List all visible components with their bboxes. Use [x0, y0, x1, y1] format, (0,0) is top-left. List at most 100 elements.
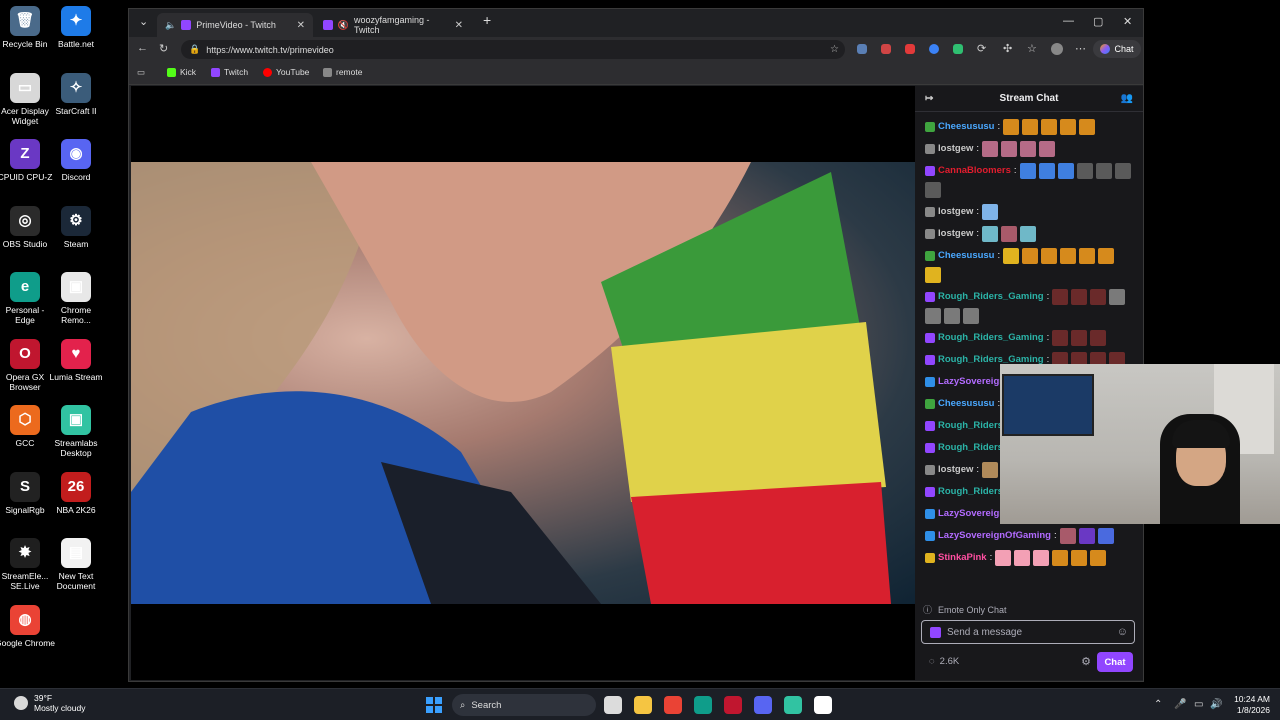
chat-emote-icon[interactable]: [1003, 119, 1020, 135]
send-chat-button[interactable]: Chat: [1097, 652, 1133, 672]
chat-badge-icon[interactable]: [925, 333, 935, 343]
chat-emote-icon[interactable]: [925, 308, 941, 324]
desktop-icon[interactable]: ♥ Lumia Stream: [46, 338, 106, 382]
chat-username[interactable]: Rough_Riders_Gaming: [938, 331, 1044, 345]
maximize-button[interactable]: ▢: [1093, 15, 1103, 28]
weather-widget[interactable]: 39°F Mostly cloudy: [14, 693, 86, 713]
chat-badge-icon[interactable]: [925, 465, 935, 475]
chat-badge-icon[interactable]: [925, 443, 935, 453]
chat-emote-icon[interactable]: [1041, 119, 1058, 135]
chat-emote-icon[interactable]: [1095, 163, 1112, 179]
back-icon[interactable]: ←: [137, 42, 148, 54]
favorites-icon[interactable]: ☆: [1027, 42, 1037, 55]
tab-actions-icon[interactable]: ⌄: [139, 15, 148, 28]
chat-username[interactable]: lostgew: [938, 205, 973, 219]
desktop-icon[interactable]: ✦ Battle.net: [46, 6, 106, 49]
bookmark-twitch[interactable]: Twitch: [211, 67, 248, 77]
chat-emote-icon[interactable]: [1071, 330, 1088, 346]
chat-emote-icon[interactable]: [1001, 226, 1018, 242]
start-button[interactable]: [426, 697, 442, 713]
chat-emote-icon[interactable]: [982, 226, 999, 242]
tab-woozyfamgaming[interactable]: 🔇 woozyfamgaming - Twitch ✕: [315, 13, 471, 37]
chat-emote-icon[interactable]: [1038, 163, 1055, 179]
chat-badge-icon[interactable]: [925, 229, 935, 239]
chat-emote-icon[interactable]: [1052, 289, 1069, 305]
chat-username[interactable]: Cheesususu: [938, 397, 995, 411]
chat-badge-icon[interactable]: [925, 144, 935, 154]
streamlabs-taskbar-icon[interactable]: [784, 696, 802, 714]
desktop-icon[interactable]: ▤ New Text Document: [46, 538, 106, 591]
more-menu-icon[interactable]: ⋯: [1075, 42, 1086, 55]
chat-badge-icon[interactable]: [925, 292, 935, 302]
desktop-icon[interactable]: ✧ StarCraft II: [46, 72, 106, 116]
chat-emote-icon[interactable]: [1076, 163, 1093, 179]
chat-badge-icon[interactable]: [925, 166, 935, 176]
chat-emote-icon[interactable]: [1078, 528, 1095, 544]
chat-emote-icon[interactable]: [925, 182, 941, 198]
chat-emote-icon[interactable]: [1090, 289, 1107, 305]
chat-emote-icon[interactable]: [1003, 248, 1020, 264]
chat-username[interactable]: LazySovereignOfGaming: [938, 529, 1051, 543]
refresh-extension-icon[interactable]: ⟳: [977, 42, 986, 55]
desktop-icon[interactable]: ▣ Streamlabs Desktop: [46, 405, 106, 458]
chat-emote-icon[interactable]: [1041, 248, 1058, 264]
chat-emote-icon[interactable]: [1114, 163, 1131, 179]
file-explorer-taskbar-icon[interactable]: [634, 696, 652, 714]
chat-emote-icon[interactable]: [944, 308, 960, 324]
chat-emote-icon[interactable]: [1090, 550, 1107, 566]
bookmark-youtube[interactable]: YouTube: [263, 67, 309, 77]
chat-badge-icon[interactable]: [925, 207, 935, 217]
extensions-puzzle-icon[interactable]: ✣: [1003, 42, 1012, 55]
bookmark-kick[interactable]: Kick: [167, 67, 196, 77]
chat-username[interactable]: lostgew: [938, 463, 973, 477]
chat-emote-icon[interactable]: [982, 462, 999, 478]
obs-taskbar-icon[interactable]: [814, 696, 832, 714]
chat-badge-icon[interactable]: [925, 122, 935, 132]
chat-emote-icon[interactable]: [1001, 141, 1018, 157]
chat-emote-icon[interactable]: [1052, 330, 1069, 346]
chat-username[interactable]: Cheesususu: [938, 120, 995, 134]
extension-icon[interactable]: [929, 44, 939, 54]
minimize-button[interactable]: —: [1063, 15, 1074, 27]
chat-emote-icon[interactable]: [925, 267, 941, 283]
extension-icon[interactable]: [953, 44, 963, 54]
tab-primevideo[interactable]: 🔈 PrimeVideo - Twitch ✕: [157, 13, 313, 37]
chat-emote-icon[interactable]: [995, 550, 1012, 566]
community-users-icon[interactable]: 👥: [1121, 93, 1133, 104]
chat-username[interactable]: CannaBloomers: [938, 164, 1011, 178]
chat-emote-icon[interactable]: [1060, 248, 1077, 264]
chat-emote-icon[interactable]: [1057, 163, 1074, 179]
chat-emote-icon[interactable]: [1022, 248, 1039, 264]
microphone-icon[interactable]: 🎤: [1174, 699, 1186, 710]
chat-emote-icon[interactable]: [1071, 550, 1088, 566]
new-tab-button[interactable]: +: [483, 12, 491, 28]
bookmark-remote[interactable]: remote: [323, 67, 362, 77]
chat-badge-icon[interactable]: [925, 399, 935, 409]
copilot-chat-button[interactable]: Chat: [1093, 40, 1141, 58]
desktop-icon[interactable]: ▣ Chrome Remo...: [46, 272, 106, 325]
taskbar-search[interactable]: ⌕ Search: [452, 694, 596, 716]
chat-settings-icon[interactable]: ⚙: [1081, 655, 1091, 668]
chat-badge-icon[interactable]: [925, 251, 935, 261]
volume-icon[interactable]: 🔊: [1210, 699, 1222, 710]
speaker-icon[interactable]: 🔈: [165, 20, 176, 31]
smiley-icon[interactable]: ☺: [1117, 626, 1128, 638]
video-player[interactable]: [131, 86, 916, 680]
chat-emote-icon[interactable]: [1109, 289, 1126, 305]
chat-badge-icon[interactable]: [925, 377, 935, 387]
chat-username[interactable]: StinkaPink: [938, 551, 987, 565]
chrome-taskbar-icon[interactable]: [664, 696, 682, 714]
tab-search-icon[interactable]: ▭: [137, 67, 145, 78]
emote-picker-icon[interactable]: [930, 626, 941, 638]
close-window-button[interactable]: ✕: [1123, 15, 1132, 28]
chat-badge-icon[interactable]: [925, 531, 935, 541]
chat-emote-icon[interactable]: [982, 141, 999, 157]
chat-emote-icon[interactable]: [1097, 528, 1114, 544]
extension-icon[interactable]: [881, 44, 891, 54]
chat-emote-icon[interactable]: [1060, 119, 1077, 135]
collapse-chat-icon[interactable]: ↦: [925, 93, 933, 104]
extension-icon[interactable]: [905, 44, 915, 54]
clock[interactable]: 10:24 AM 1/8/2026: [1234, 694, 1270, 716]
desktop-icon[interactable]: 26 NBA 2K26: [46, 471, 106, 515]
chat-emote-icon[interactable]: [1033, 550, 1050, 566]
